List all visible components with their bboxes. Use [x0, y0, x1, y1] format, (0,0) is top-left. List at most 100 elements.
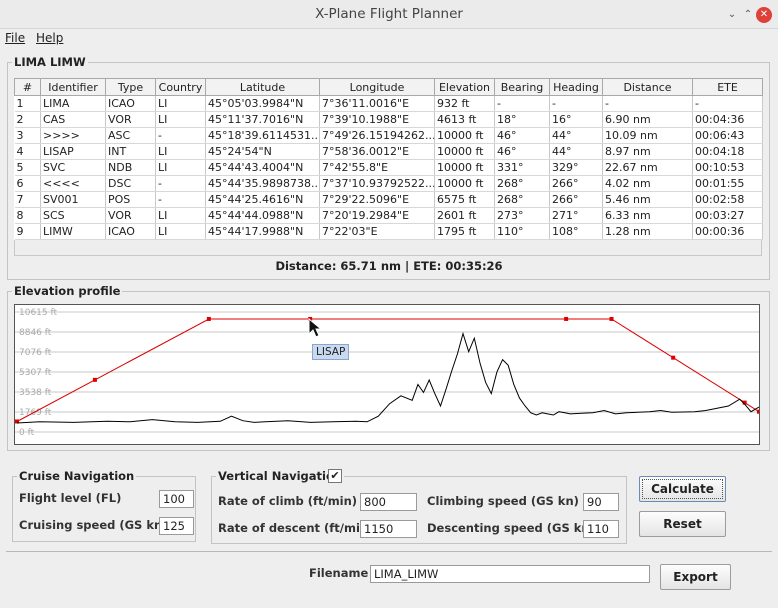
- table-cell: 7°42'55.8"E: [319, 159, 435, 176]
- table-cell: 6575 ft: [434, 191, 495, 208]
- column-header[interactable]: Bearing: [494, 78, 550, 96]
- table-cell: 6.33 nm: [602, 207, 693, 224]
- table-row[interactable]: 1 LIMA ICAO LI 45°05'03.9984"N 7°36'11.0016"E…: [14, 95, 763, 112]
- table-row[interactable]: 3 >>>> ASC -45°18'39.6114531... 7°49'26.1519…: [14, 127, 763, 144]
- window-title: X-Plane Flight Planner: [315, 6, 463, 22]
- table-cell: LI: [155, 159, 206, 176]
- table-cell: >>>>: [40, 127, 106, 144]
- table-cell: 00:06:43: [692, 127, 763, 144]
- maximize-icon[interactable]: ⌃: [740, 7, 756, 23]
- column-header[interactable]: Elevation: [434, 78, 495, 96]
- vertical-nav-checkbox[interactable]: ✔: [328, 469, 342, 483]
- table-cell: 7°20'19.2984"E: [319, 207, 435, 224]
- table-row[interactable]: 4 LISAP INT LI 45°24'54"N 7°58'36.0012"E 10000…: [14, 143, 763, 160]
- table-cell: 331°: [494, 159, 550, 176]
- cruise-panel-title: Cruise Navigation: [17, 469, 137, 483]
- rate-of-descent-label: Rate of descent (ft/min): [218, 521, 374, 535]
- waypoint-marker[interactable]: [671, 355, 676, 360]
- table-cell: 45°44'25.4616"N: [205, 191, 320, 208]
- separator: [6, 551, 772, 552]
- table-cell: 108°: [549, 223, 603, 240]
- menu-file[interactable]: File: [5, 31, 25, 45]
- table-cell: 46°: [494, 143, 550, 160]
- table-cell: 7°39'10.1988"E: [319, 111, 435, 128]
- table-cell: 45°44'17.9988"N: [205, 223, 320, 240]
- table-row[interactable]: 9 LIMW ICAO LI 45°44'17.9988"N 7°22'03"E 1795 …: [14, 223, 763, 240]
- table-cell: 4613 ft: [434, 111, 495, 128]
- waypoint-tooltip: LISAP: [312, 344, 350, 360]
- table-cell: 10000 ft: [434, 159, 495, 176]
- table-cell: 8.97 nm: [602, 143, 693, 160]
- close-icon[interactable]: ✕: [756, 7, 772, 23]
- y-tick-label: 5307 ft: [19, 368, 52, 378]
- title-bar: X-Plane Flight Planner ⌄ ⌃ ✕: [0, 0, 778, 29]
- table-cell: 00:04:36: [692, 111, 763, 128]
- y-tick-label: 7076 ft: [19, 348, 52, 358]
- reset-button[interactable]: Reset: [639, 511, 726, 537]
- table-cell: 5.46 nm: [602, 191, 693, 208]
- waypoint-marker[interactable]: [757, 409, 760, 414]
- cruising-speed-input[interactable]: 125: [159, 517, 194, 535]
- column-header[interactable]: #: [14, 78, 41, 96]
- table-cell: 7°58'36.0012"E: [319, 143, 435, 160]
- climbing-speed-input[interactable]: 90: [583, 493, 619, 511]
- vertical-panel-title: Vertical Navigation: [216, 469, 345, 483]
- table-cell: VOR: [105, 207, 156, 224]
- table-cell: 45°44'35.9898738...: [205, 175, 320, 192]
- elevation-chart-svg: 10615 ft 8846 ft 7076 ft 5307 ft 3538 ft 1769…: [15, 308, 760, 438]
- table-cell: 00:10:53: [692, 159, 763, 176]
- table-cell: -: [692, 95, 763, 112]
- elevation-panel-title: Elevation profile: [12, 284, 123, 298]
- table-cell: 7°22'03"E: [319, 223, 435, 240]
- route-panel-title: LIMA LIMW: [12, 55, 88, 69]
- filename-input[interactable]: LIMA_LIMW: [370, 565, 650, 583]
- table-cell: -: [155, 191, 206, 208]
- column-header[interactable]: Longitude: [319, 78, 435, 96]
- column-header[interactable]: Distance: [602, 78, 693, 96]
- terrain-line: [16, 331, 759, 424]
- flight-level-input[interactable]: 100: [159, 490, 194, 508]
- table-row[interactable]: 8 SCS VOR LI 45°44'44.0988"N 7°20'19.2984"E 26…: [14, 207, 763, 224]
- table-cell: POS: [105, 191, 156, 208]
- table-row[interactable]: 7 SV001 POS -45°44'25.4616"N 7°29'22.5096"E 6…: [14, 191, 763, 208]
- elevation-chart[interactable]: 10615 ft 8846 ft 7076 ft 5307 ft 3538 ft 1769…: [14, 304, 760, 445]
- table-cell: 1795 ft: [434, 223, 495, 240]
- column-header[interactable]: Latitude: [205, 78, 320, 96]
- table-header: # Identifier Type Country Latitude Longitude E…: [14, 78, 763, 96]
- table-cell: LISAP: [40, 143, 106, 160]
- table-cell: NDB: [105, 159, 156, 176]
- table-cell: 7°29'22.5096"E: [319, 191, 435, 208]
- table-cell: -: [494, 95, 550, 112]
- table-cell: 6: [14, 175, 41, 192]
- rate-of-climb-label: Rate of climb (ft/min): [218, 494, 358, 508]
- calculate-button[interactable]: Calculate: [639, 476, 726, 502]
- table-row[interactable]: 5 SVC NDB LI 45°44'43.4004"N 7°42'55.8"E 10000…: [14, 159, 763, 176]
- column-header[interactable]: Country: [155, 78, 206, 96]
- table-row[interactable]: 6 <<<< DSC -45°44'35.9898738... 7°37'10.9379…: [14, 175, 763, 192]
- rate-of-climb-input[interactable]: 800: [360, 493, 417, 511]
- table-cell: ICAO: [105, 223, 156, 240]
- climbing-speed-label: Climbing speed (GS kn): [427, 494, 579, 508]
- table-row[interactable]: 2 CAS VOR LI 45°11'37.7016"N 7°39'10.1988"E 46…: [14, 111, 763, 128]
- waypoint-marker[interactable]: [206, 316, 211, 321]
- menu-help[interactable]: Help: [36, 31, 63, 45]
- minimize-icon[interactable]: ⌄: [724, 7, 740, 23]
- waypoint-marker[interactable]: [92, 377, 97, 382]
- table-cell: -: [155, 127, 206, 144]
- column-header[interactable]: Identifier: [40, 78, 106, 96]
- export-button[interactable]: Export: [660, 564, 731, 590]
- table-cell: 45°18'39.6114531...: [205, 127, 320, 144]
- waypoint-marker[interactable]: [609, 316, 614, 321]
- table-empty-area: [14, 240, 762, 256]
- table-cell: 110°: [494, 223, 550, 240]
- rate-of-descent-input[interactable]: 1150: [360, 520, 417, 538]
- descenting-speed-input[interactable]: 110: [583, 520, 619, 538]
- table-cell: 00:00:36: [692, 223, 763, 240]
- table-cell: LI: [155, 95, 206, 112]
- table-cell: LI: [155, 143, 206, 160]
- column-header[interactable]: Heading: [549, 78, 603, 96]
- column-header[interactable]: ETE: [692, 78, 763, 96]
- table-cell: 45°24'54"N: [205, 143, 320, 160]
- column-header[interactable]: Type: [105, 78, 156, 96]
- waypoint-marker[interactable]: [564, 316, 569, 321]
